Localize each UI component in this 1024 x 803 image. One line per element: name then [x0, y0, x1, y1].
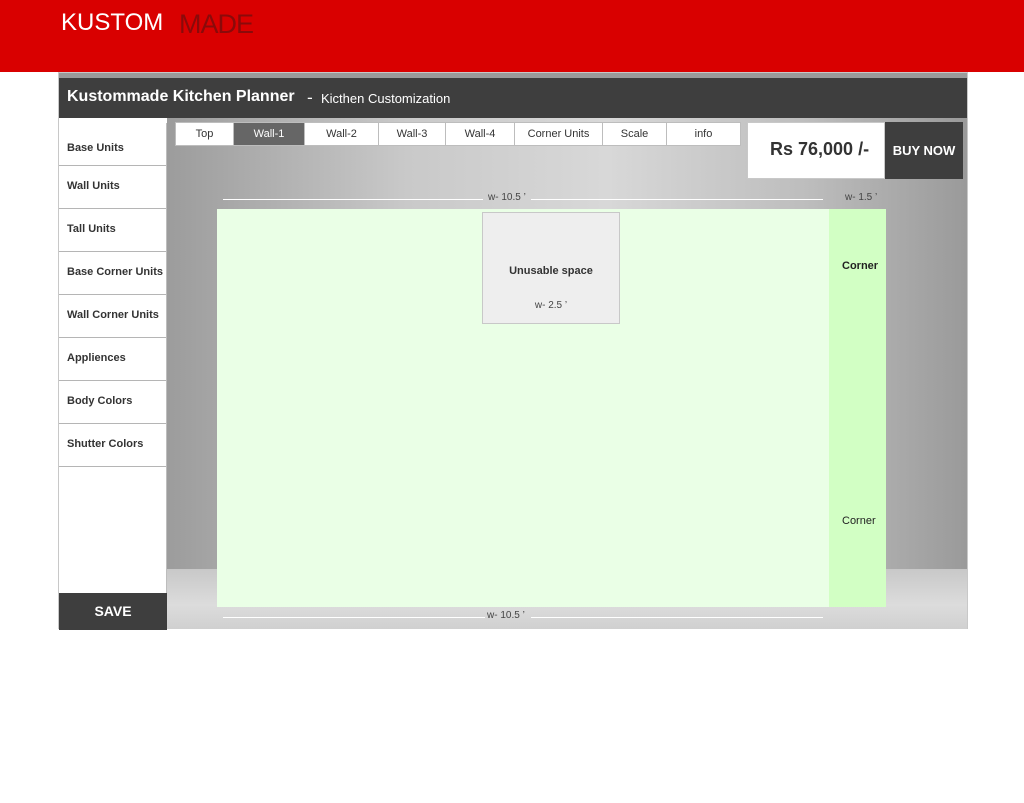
title-separator: -: [307, 88, 313, 107]
tab-info[interactable]: info: [667, 123, 740, 145]
tab-corner-units[interactable]: Corner Units: [515, 123, 603, 145]
corner-top-label: Corner: [842, 260, 879, 272]
tab-wall-2[interactable]: Wall-2: [305, 123, 379, 145]
sidebar-item-label: Wall Units: [67, 180, 120, 192]
total-price: Rs 76,000 /-: [770, 139, 870, 159]
unusable-space-block[interactable]: Unusable space w- 2.5 ’: [482, 212, 620, 324]
sidebar-item-tall-units[interactable]: Tall Units: [59, 209, 166, 252]
sidebar-item-label: Tall Units: [67, 223, 116, 235]
sidebar-item-wall-corner-units[interactable]: Wall Corner Units: [59, 295, 166, 338]
sidebar-item-wall-units[interactable]: Wall Units: [59, 166, 166, 209]
tab-wall-4[interactable]: Wall-4: [446, 123, 515, 145]
unusable-space-width: w- 2.5 ’: [534, 300, 568, 311]
sidebar-item-label: Shutter Colors: [67, 438, 144, 450]
bottom-dimension-line-right: [531, 617, 823, 618]
top-width-label: w- 10.5 ’: [488, 192, 526, 203]
sidebar-item-label: Appliences: [67, 352, 126, 364]
save-button[interactable]: SAVE: [59, 593, 167, 630]
sidebar-item-label: Wall Corner Units: [67, 309, 159, 321]
bottom-width-label: w- 10.5 ’: [487, 610, 525, 621]
tab-top[interactable]: Top: [176, 123, 234, 145]
planner-subtitle: Kicthen Customization: [321, 91, 451, 106]
planner-title-bar: Kustommade Kitchen Planner - Kicthen Cus…: [59, 78, 967, 118]
sidebar-item-label: Base Corner Units: [67, 266, 163, 278]
planner-title: Kustommade Kitchen Planner: [67, 88, 295, 105]
sidebar-item-shutter-colors[interactable]: Shutter Colors: [59, 424, 166, 467]
brand-logo-made[interactable]: MADE: [179, 9, 254, 40]
corner-bottom-label: Corner: [842, 515, 876, 527]
unusable-space-label: Unusable space: [509, 265, 593, 277]
sidebar-item-body-colors[interactable]: Body Colors: [59, 381, 166, 424]
bottom-dimension-line-left: [223, 617, 485, 618]
kitchen-planner-app: Kustommade Kitchen Planner - Kicthen Cus…: [58, 72, 968, 630]
sidebar-item-base-corner-units[interactable]: Base Corner Units: [59, 252, 166, 295]
sidebar-item-base-units[interactable]: Base Units: [59, 123, 166, 166]
price-display: Rs 76,000 /-: [747, 122, 885, 179]
sidebar-item-appliances[interactable]: Appliences: [59, 338, 166, 381]
buy-now-button[interactable]: BUY NOW: [885, 122, 963, 179]
corner-width-label: w- 1.5 ’: [845, 192, 878, 203]
tab-scale[interactable]: Scale: [603, 123, 667, 145]
sidebar-item-label: Body Colors: [67, 395, 133, 407]
sidebar-item-label: Base Units: [67, 142, 124, 154]
view-tabs: Top Wall-1 Wall-2 Wall-3 Wall-4 Corner U…: [175, 122, 741, 146]
brand-logo-kustom[interactable]: KUSTOM: [61, 9, 163, 37]
tab-wall-1[interactable]: Wall-1: [234, 123, 305, 145]
top-dimension-line-right: [531, 199, 823, 200]
tab-wall-3[interactable]: Wall-3: [379, 123, 446, 145]
top-header-bar: KUSTOM MADE: [0, 0, 1024, 72]
top-dimension-line-left: [223, 199, 483, 200]
planner-canvas: Top Wall-1 Wall-2 Wall-3 Wall-4 Corner U…: [167, 118, 967, 629]
component-sidebar: Base Units Wall Units Tall Units Base Co…: [59, 123, 167, 630]
